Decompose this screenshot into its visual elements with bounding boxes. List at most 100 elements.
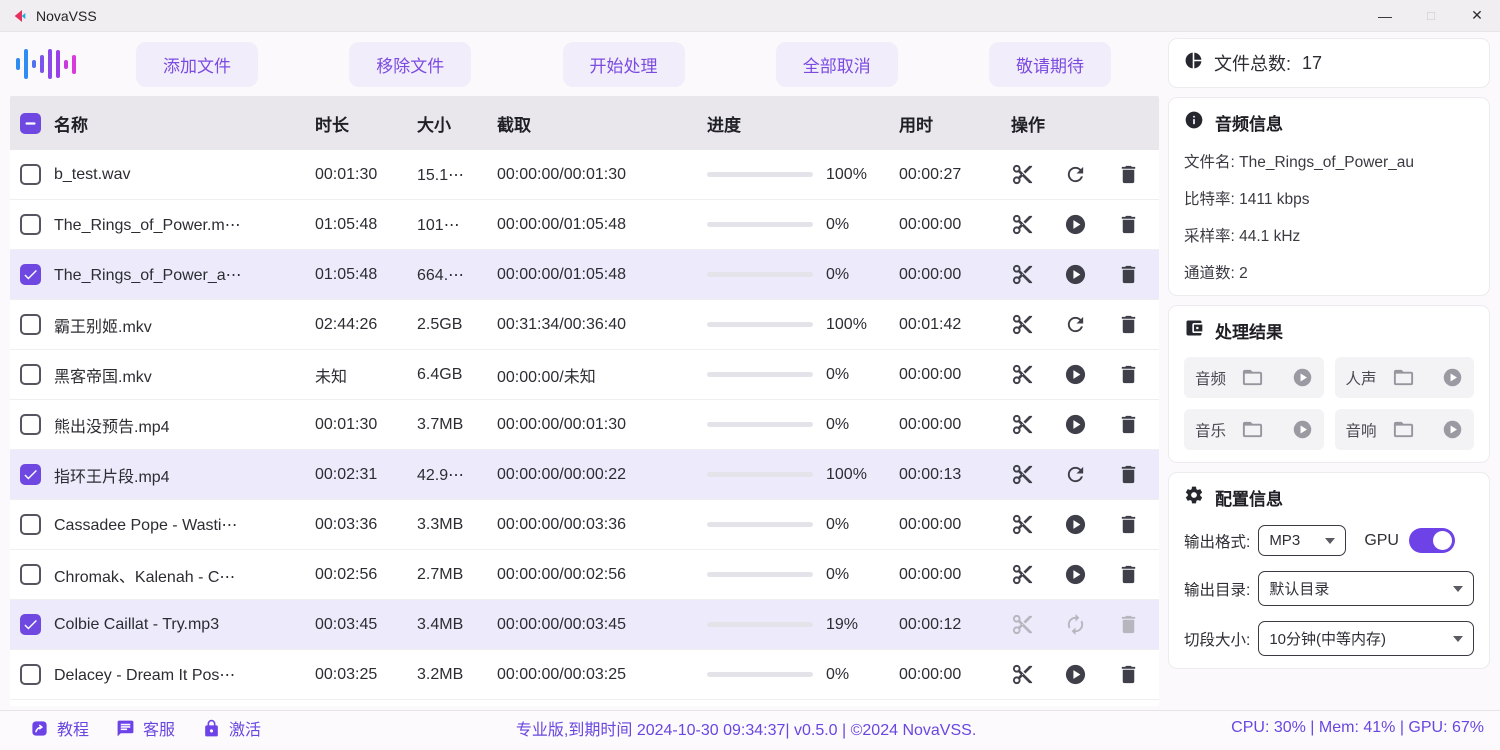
play-icon[interactable] <box>1064 663 1088 687</box>
cancel-all-button[interactable]: 全部取消 <box>776 42 898 87</box>
trash-icon[interactable] <box>1117 413 1141 437</box>
remove-files-button[interactable]: 移除文件 <box>349 42 471 87</box>
trash-icon[interactable] <box>1117 313 1141 337</box>
folder-icon[interactable] <box>1392 366 1415 389</box>
folder-icon[interactable] <box>1241 418 1264 441</box>
trash-icon[interactable] <box>1117 513 1141 537</box>
statusbar: 教程客服激活 专业版,到期时间 2024-10-30 09:34:37| v0.… <box>0 710 1500 745</box>
redo-icon[interactable] <box>1064 313 1088 337</box>
row-checkbox[interactable] <box>20 464 41 485</box>
file-name: 霸王别姬.mkv <box>54 313 315 337</box>
file-name: 熊出没预告.mp4 <box>54 413 315 437</box>
table-row[interactable]: Delacey - Dream It Pos⋯ 00:03:25 3.2MB 0… <box>10 650 1159 700</box>
scissors-icon[interactable] <box>1011 413 1035 437</box>
file-clip-range: 00:00:00/00:01:30 <box>497 166 707 184</box>
table-row[interactable]: The_Rings_of_Power.m⋯ 01:05:48 101⋯ 00:0… <box>10 200 1159 250</box>
row-checkbox[interactable] <box>20 364 41 385</box>
scissors-icon[interactable] <box>1011 513 1035 537</box>
row-checkbox[interactable] <box>20 564 41 585</box>
scissors-icon[interactable] <box>1011 663 1035 687</box>
trash-icon[interactable] <box>1117 663 1141 687</box>
elapsed-time: 00:00:00 <box>899 366 1011 384</box>
table-row[interactable]: 指环王片段.mp4 00:02:31 42.9⋯ 00:00:00/00:00:… <box>10 450 1159 500</box>
redo-icon[interactable] <box>1064 463 1088 487</box>
progress-percent: 0% <box>826 666 872 684</box>
progress-percent: 0% <box>826 366 872 384</box>
header-elapsed: 用时 <box>899 111 1011 136</box>
play-icon[interactable] <box>1292 367 1313 388</box>
folder-icon[interactable] <box>1241 366 1264 389</box>
file-name: b_test.wav <box>54 166 315 184</box>
progress-bar <box>707 672 813 677</box>
folder-icon[interactable] <box>1392 418 1415 441</box>
table-row[interactable]: Chromak、Kalenah - C⋯ 00:02:56 2.7MB 00:0… <box>10 550 1159 600</box>
maximize-button[interactable]: □ <box>1408 0 1454 31</box>
table-row[interactable]: Cassadee Pope - Wasti⋯ 00:03:36 3.3MB 00… <box>10 500 1159 550</box>
scissors-icon[interactable] <box>1011 613 1035 637</box>
row-checkbox[interactable] <box>20 664 41 685</box>
play-icon[interactable] <box>1064 563 1088 587</box>
play-icon[interactable] <box>1064 363 1088 387</box>
play-icon[interactable] <box>1442 419 1463 440</box>
play-icon[interactable] <box>1064 213 1088 237</box>
segment-size-select[interactable]: 10分钟(中等内存) <box>1258 621 1474 656</box>
tutorial-link[interactable]: 教程 <box>30 716 89 740</box>
file-table: 名称 时长 大小 截取 进度 用时 操作 b_test.wav 00:01:30… <box>10 96 1159 706</box>
play-icon[interactable] <box>1064 413 1088 437</box>
file-name: The_Rings_of_Power_a⋯ <box>54 265 315 285</box>
redo-icon[interactable] <box>1064 163 1088 187</box>
output-dir-select[interactable]: 默认目录 <box>1258 571 1474 606</box>
row-checkbox[interactable] <box>20 164 41 185</box>
play-icon[interactable] <box>1292 419 1313 440</box>
trash-icon[interactable] <box>1117 263 1141 287</box>
table-row[interactable]: The_Rings_of_Power_a⋯ 01:05:48 664.⋯ 00:… <box>10 250 1159 300</box>
row-checkbox[interactable] <box>20 314 41 335</box>
row-checkbox[interactable] <box>20 414 41 435</box>
coming-soon-button[interactable]: 敬请期待 <box>989 42 1111 87</box>
play-icon[interactable] <box>1064 513 1088 537</box>
window-controls: — □ ✕ <box>1362 0 1500 31</box>
row-checkbox[interactable] <box>20 264 41 285</box>
file-size: 3.4MB <box>417 616 497 634</box>
scissors-icon[interactable] <box>1011 463 1035 487</box>
row-checkbox[interactable] <box>20 614 41 635</box>
trash-icon[interactable] <box>1117 463 1141 487</box>
add-files-button[interactable]: 添加文件 <box>136 42 258 87</box>
progress-bar <box>707 172 813 177</box>
close-button[interactable]: ✕ <box>1454 0 1500 31</box>
elapsed-time: 00:00:12 <box>899 616 1011 634</box>
scissors-icon[interactable] <box>1011 363 1035 387</box>
loading-icon[interactable] <box>1064 613 1088 637</box>
minimize-button[interactable]: — <box>1362 0 1408 31</box>
play-icon[interactable] <box>1064 263 1088 287</box>
trash-icon[interactable] <box>1117 213 1141 237</box>
config-title: 配置信息 <box>1215 485 1283 510</box>
progress-bar <box>707 572 813 577</box>
trash-icon[interactable] <box>1117 163 1141 187</box>
table-row[interactable]: 黑客帝国.mkv 未知 6.4GB 00:00:00/未知 0% 00:00:0… <box>10 350 1159 400</box>
row-checkbox[interactable] <box>20 514 41 535</box>
output-format-select[interactable]: MP3 <box>1258 525 1346 556</box>
start-processing-button[interactable]: 开始处理 <box>563 42 685 87</box>
support-link[interactable]: 客服 <box>116 716 175 740</box>
scissors-icon[interactable] <box>1011 313 1035 337</box>
gpu-toggle[interactable] <box>1409 528 1455 553</box>
result-item: 音乐 <box>1184 409 1324 450</box>
table-row[interactable]: Colbie Caillat - Try.mp3 00:03:45 3.4MB … <box>10 600 1159 650</box>
trash-icon[interactable] <box>1117 563 1141 587</box>
scissors-icon[interactable] <box>1011 563 1035 587</box>
row-checkbox[interactable] <box>20 214 41 235</box>
trash-icon[interactable] <box>1117 613 1141 637</box>
scissors-icon[interactable] <box>1011 213 1035 237</box>
table-row[interactable]: b_test.wav 00:01:30 15.1⋯ 00:00:00/00:01… <box>10 150 1159 200</box>
table-row[interactable]: 熊出没预告.mp4 00:01:30 3.7MB 00:00:00/00:01:… <box>10 400 1159 450</box>
activate-link[interactable]: 激活 <box>202 716 261 740</box>
play-icon[interactable] <box>1442 367 1463 388</box>
results-title: 处理结果 <box>1215 318 1283 343</box>
trash-icon[interactable] <box>1117 363 1141 387</box>
scissors-icon[interactable] <box>1011 163 1035 187</box>
scissors-icon[interactable] <box>1011 263 1035 287</box>
file-duration: 02:44:26 <box>315 316 417 334</box>
table-row[interactable]: 霸王别姬.mkv 02:44:26 2.5GB 00:31:34/00:36:4… <box>10 300 1159 350</box>
select-all-checkbox[interactable] <box>20 113 41 134</box>
